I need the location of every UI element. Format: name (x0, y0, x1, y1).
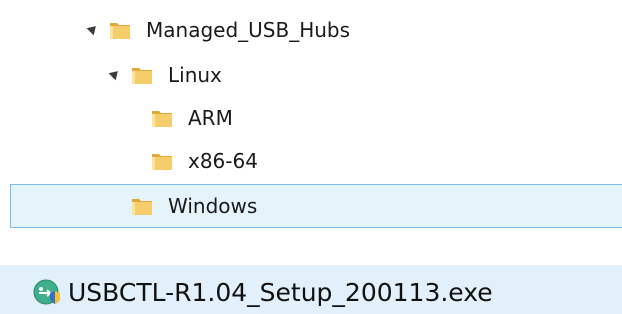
tree-item-linux[interactable]: Linux (0, 55, 622, 95)
file-name: USBCTL-R1.04_Setup_200113.exe (68, 278, 493, 307)
folder-icon (132, 68, 152, 84)
folder-icon (152, 111, 172, 127)
tree-item-managed-usb-hubs[interactable]: Managed_USB_Hubs (0, 10, 622, 50)
tree-item-label: x86-64 (188, 149, 258, 173)
tree-item-x86-64[interactable]: x86-64 (0, 141, 622, 181)
folder-icon (152, 154, 172, 170)
tree-item-label: Managed_USB_Hubs (146, 18, 351, 42)
expand-arrow-icon[interactable] (108, 67, 122, 81)
folder-icon (110, 23, 130, 39)
expand-arrow-icon[interactable] (86, 22, 100, 36)
installer-icon[interactable] (33, 278, 61, 306)
tree-item-label: Linux (168, 63, 222, 87)
folder-icon (132, 199, 152, 215)
tree-item-arm[interactable]: ARM (0, 98, 622, 138)
tree-item-label: ARM (188, 106, 233, 130)
tree-item-windows[interactable]: Windows (0, 186, 622, 226)
tree-item-label: Windows (168, 194, 258, 218)
